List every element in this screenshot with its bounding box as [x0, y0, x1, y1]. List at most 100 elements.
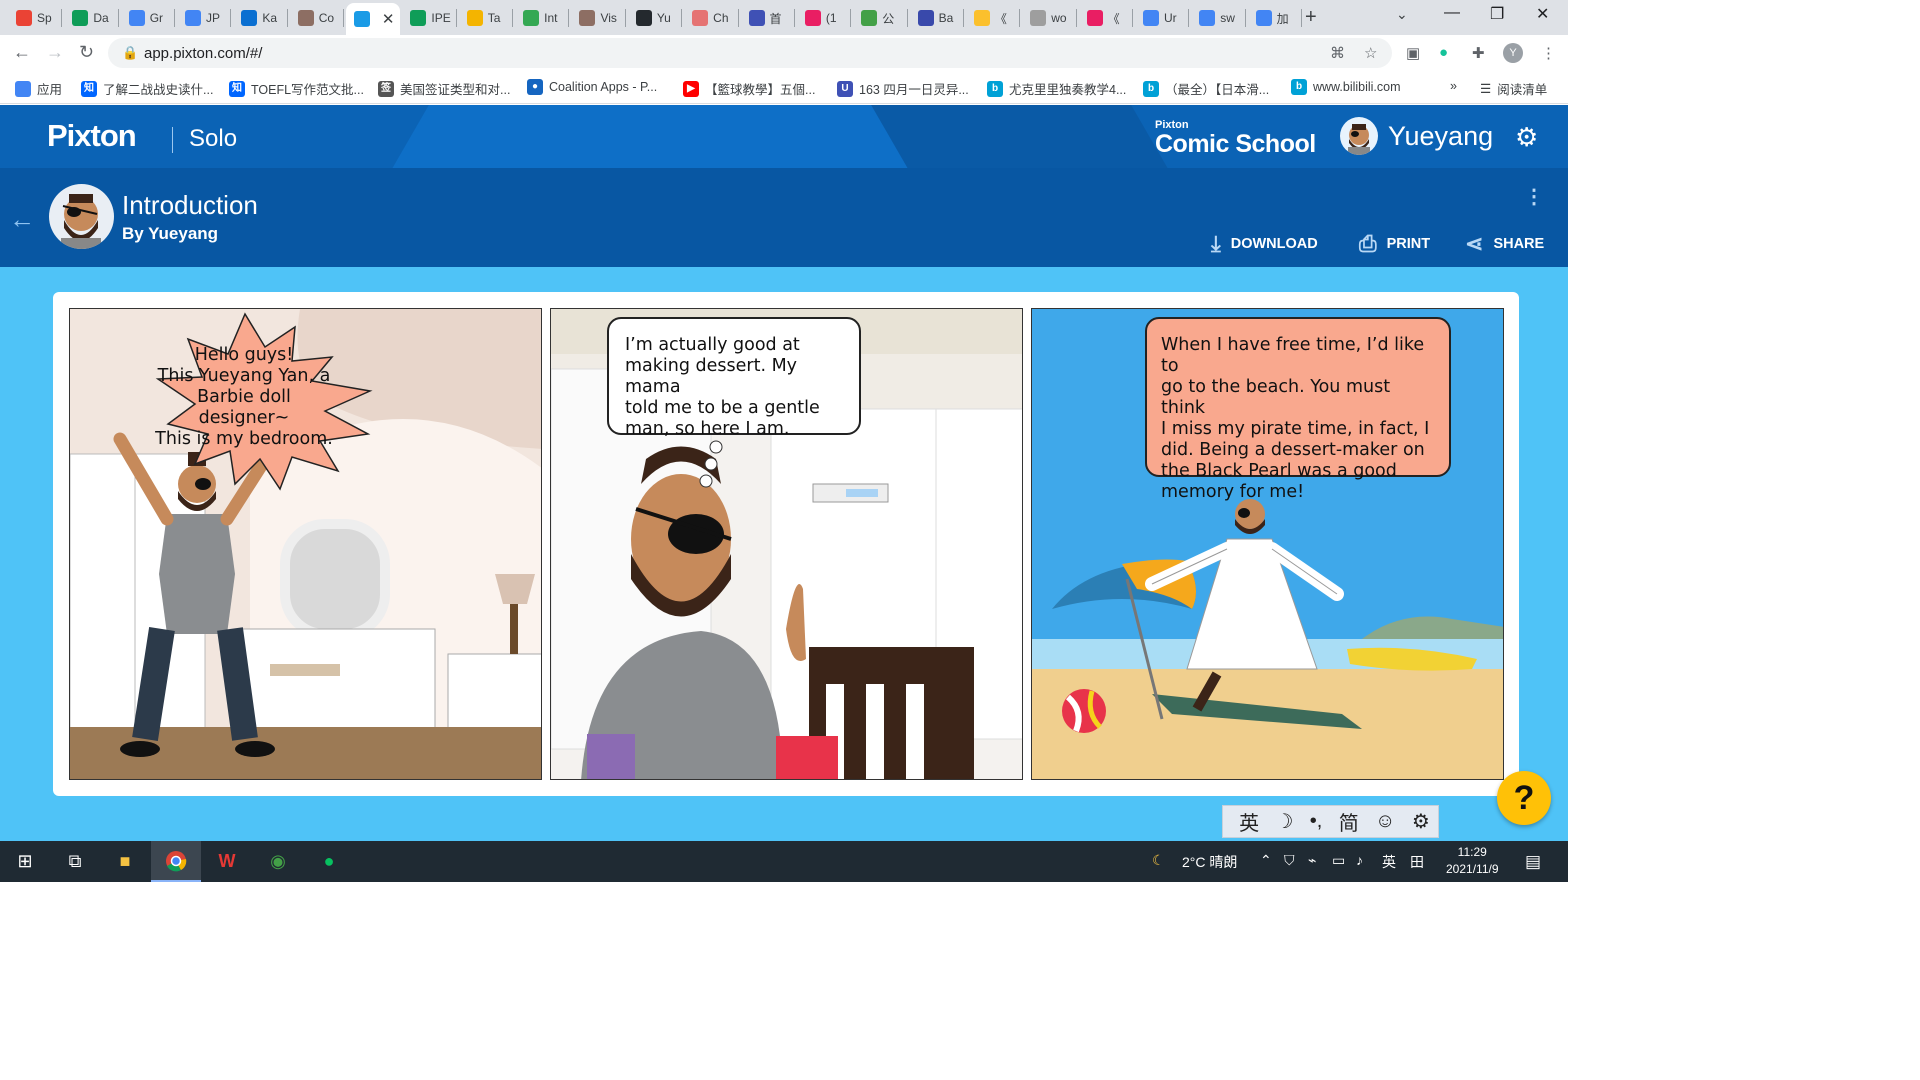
download-button[interactable]: ⤓ DOWNLOAD: [1211, 231, 1318, 257]
translate-icon[interactable]: ⌘: [1330, 44, 1345, 62]
help-button[interactable]: ?: [1497, 771, 1551, 825]
bookmark-item[interactable]: U 163 四月一日灵异...: [837, 79, 969, 98]
browser-tab[interactable]: Ch: [684, 5, 739, 31]
bookmark-item[interactable]: 知 TOEFL写作范文批...: [229, 79, 364, 98]
browser-tab[interactable]: Yu: [628, 5, 683, 31]
wps-icon[interactable]: W: [202, 841, 252, 882]
pixton-logo[interactable]: Pixton: [47, 118, 137, 154]
more-bookmarks-button[interactable]: »: [1450, 79, 1457, 93]
browser-tab[interactable]: ✕: [346, 3, 401, 35]
browser-green-icon[interactable]: ◉: [253, 841, 303, 882]
browser-tab[interactable]: (1: [797, 5, 852, 31]
browser-tab[interactable]: Int: [515, 5, 570, 31]
ime-settings-icon[interactable]: ⚙: [1412, 809, 1430, 834]
security-shield-icon[interactable]: ⛉: [1284, 852, 1295, 869]
browser-tab[interactable]: wo: [1022, 5, 1077, 31]
bookmark-item[interactable]: 签美国签证类型和对...: [378, 79, 510, 98]
address-bar[interactable]: 🔒 app.pixton.com/#/ ⌘ ☆: [108, 38, 1392, 68]
share-button[interactable]: ⋖ SHARE: [1465, 231, 1544, 257]
docs-icon: [185, 10, 202, 26]
tab-search-chevron-icon[interactable]: ⌄: [1396, 6, 1408, 23]
reload-icon[interactable]: ↻: [79, 42, 94, 63]
maximize-button[interactable]: ❐: [1490, 4, 1504, 24]
weather-moon-icon[interactable]: ☾: [1152, 852, 1165, 869]
settings-gear-icon[interactable]: ⚙: [1515, 122, 1538, 153]
grammarly-icon[interactable]: ●: [1439, 44, 1448, 61]
bookmark-item[interactable]: ▶ 【籃球教學】五個...: [683, 79, 815, 98]
browser-tab[interactable]: 公: [853, 5, 908, 31]
bookmark-item[interactable]: ● Coalition Apps - P...: [527, 79, 657, 95]
thought-bubble[interactable]: I’m actually good at making dessert. My …: [607, 317, 861, 439]
browser-tab[interactable]: sw: [1191, 5, 1246, 31]
back-icon[interactable]: ←: [13, 42, 31, 63]
profile-avatar[interactable]: Y: [1503, 43, 1523, 63]
input-language[interactable]: 英: [1382, 852, 1396, 872]
browser-tab[interactable]: 首: [741, 5, 795, 31]
browser-tab[interactable]: Ta: [459, 5, 514, 31]
browser-tab[interactable]: 《: [1079, 5, 1133, 31]
tray-chevron-icon[interactable]: ⌃: [1260, 852, 1272, 869]
pdf-extension-icon[interactable]: ▣: [1406, 44, 1420, 62]
task-view-icon[interactable]: ⧉: [50, 841, 100, 882]
person-icon: ●: [527, 79, 543, 95]
speech-bubble[interactable]: When I have free time, I’d like to go to…: [1145, 317, 1451, 502]
new-tab-button[interactable]: +: [1305, 6, 1317, 29]
file-explorer-icon[interactable]: ■: [100, 841, 150, 882]
ime-grid-icon[interactable]: 田: [1410, 852, 1424, 872]
network-icon[interactable]: ⌁: [1308, 852, 1316, 869]
minimize-button[interactable]: —: [1444, 4, 1460, 22]
notification-icon[interactable]: ▤: [1525, 852, 1541, 872]
user-avatar[interactable]: [1340, 117, 1378, 155]
close-window-button[interactable]: ✕: [1536, 4, 1549, 24]
browser-tab[interactable]: Gr: [121, 5, 176, 31]
browser-tab[interactable]: Ba: [910, 5, 964, 31]
punctuation-icon[interactable]: •,: [1310, 810, 1323, 833]
speech-bubble[interactable]: Hello guys! This Yueyang Yan, a Barbie d…: [154, 345, 334, 450]
comic-panel-3[interactable]: When I have free time, I’d like to go to…: [1031, 308, 1504, 780]
wechat-icon[interactable]: ●: [304, 841, 354, 882]
bookmark-star-icon[interactable]: ☆: [1364, 44, 1377, 62]
lock-icon[interactable]: 🔒: [122, 45, 138, 61]
moon-icon[interactable]: ☽: [1276, 809, 1294, 834]
browser-tab[interactable]: Da: [64, 5, 119, 31]
bookmark-item[interactable]: 知了解二战战史读什...: [81, 79, 213, 98]
user-name[interactable]: Yueyang: [1388, 121, 1493, 152]
volume-icon[interactable]: ♪: [1356, 852, 1363, 868]
url-text[interactable]: app.pixton.com/#/: [144, 45, 262, 62]
print-button[interactable]: ⎙ PRINT: [1359, 231, 1430, 257]
comic-panel-1[interactable]: Hello guys! This Yueyang Yan, a Barbie d…: [69, 308, 542, 780]
browser-tab[interactable]: Vis: [571, 5, 626, 31]
browser-tab[interactable]: Ur: [1135, 5, 1190, 31]
bookmark-item[interactable]: b （最全）【日本滑...: [1143, 79, 1269, 98]
bookmark-item[interactable]: b www.bilibili.com: [1291, 79, 1401, 95]
comic-panel-2[interactable]: I’m actually good at making dessert. My …: [550, 308, 1023, 780]
emoji-icon[interactable]: ☺: [1375, 810, 1395, 833]
chrome-menu-icon[interactable]: ⋮: [1541, 44, 1556, 62]
clock[interactable]: 11:29 2021/11/9: [1446, 844, 1499, 878]
browser-tab[interactable]: Co: [290, 5, 345, 31]
browser-tab[interactable]: 《: [966, 5, 1021, 31]
close-tab-icon[interactable]: ✕: [382, 10, 395, 28]
reading-list-button[interactable]: ☰ 阅读清单: [1480, 79, 1547, 98]
forward-icon[interactable]: →: [46, 42, 64, 63]
back-arrow-icon[interactable]: ←: [9, 204, 35, 235]
more-options-icon[interactable]: ⋮: [1524, 184, 1544, 209]
comic-header: ← Introduction By Yueyang ⋮ ⤓ DOWNLOAD ⎙…: [0, 168, 1568, 267]
browser-tab[interactable]: Ka: [233, 5, 288, 31]
bookmark-item[interactable]: 应用: [15, 79, 62, 98]
chrome-taskbar-icon[interactable]: [151, 841, 201, 882]
comic-school-logo[interactable]: Comic School: [1155, 130, 1316, 159]
browser-tab[interactable]: Sp: [8, 5, 63, 31]
ime-simplified-toggle[interactable]: 简: [1339, 807, 1359, 836]
windows-start-icon[interactable]: ⊞: [0, 841, 50, 882]
bookmark-item[interactable]: b 尤克里里独奏教学4...: [987, 79, 1126, 98]
browser-tab[interactable]: 加: [1248, 5, 1302, 31]
weather-text[interactable]: 2°C 晴朗: [1182, 852, 1237, 872]
ime-english-toggle[interactable]: 英: [1239, 807, 1259, 836]
youtube-icon: ▶: [683, 80, 699, 97]
extensions-puzzle-icon[interactable]: ✚: [1472, 44, 1485, 62]
battery-icon[interactable]: ▭: [1332, 852, 1345, 869]
browser-tab[interactable]: IPE: [402, 5, 457, 31]
browser-tab[interactable]: JP: [177, 5, 232, 31]
share-icon: ⋖: [1465, 231, 1484, 256]
